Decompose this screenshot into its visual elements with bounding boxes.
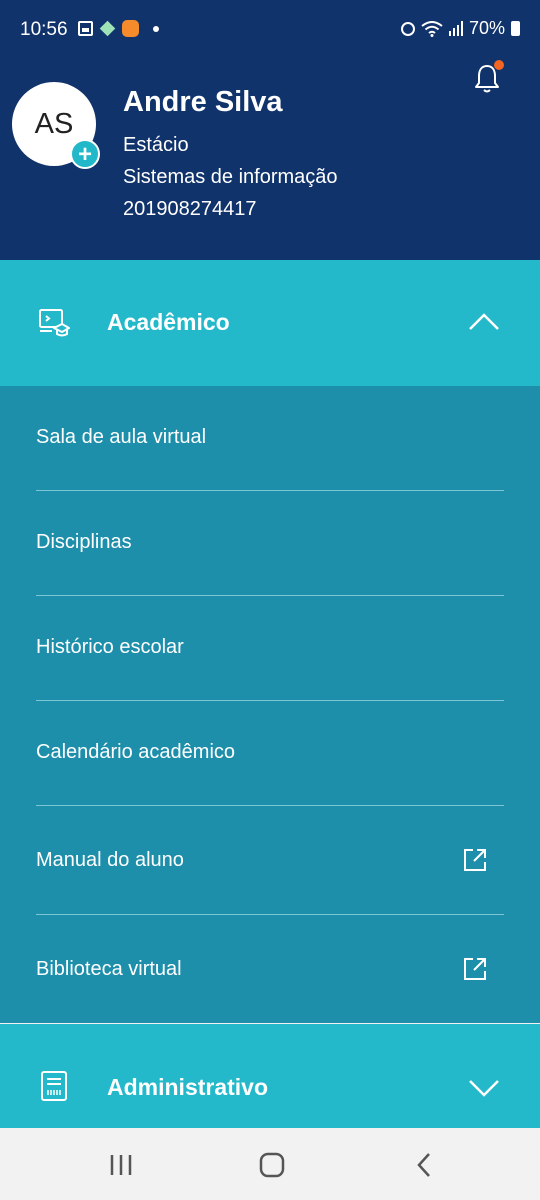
section-administrative[interactable]: Administrativo [0,1024,540,1128]
back-icon[interactable] [410,1152,440,1178]
divider [36,805,504,806]
gallery-icon [78,21,93,36]
menu-item-label: Calendário acadêmico [36,741,236,763]
wifi-icon [421,20,443,37]
add-photo-button[interactable]: + [70,139,100,169]
external-link-icon [464,849,486,871]
menu-item-virtual-library[interactable]: Biblioteca virtual [36,958,504,988]
section-academic-title: Acadêmico [107,309,230,335]
user-name: Andre Silva [123,86,283,118]
divider [36,490,504,491]
app-diamond-icon [99,20,116,37]
more-notifications-dot-icon [153,25,159,32]
menu-item-label: Biblioteca virtual [36,958,182,980]
divider [36,595,504,596]
battery-icon [511,21,520,36]
document-icon [41,1071,67,1101]
status-icons-left [78,20,159,37]
chevron-up-icon[interactable] [468,312,500,332]
section-administrative-title: Administrativo [107,1074,269,1100]
recent-apps-icon[interactable] [106,1152,136,1178]
alarm-icon [400,21,415,36]
user-course: Sistemas de informação [123,166,338,188]
classroom-icon [39,309,70,337]
profile-header: AS + Andre Silva Estácio Sistemas de inf… [0,60,540,260]
user-institution: Estácio [123,134,189,156]
menu-item-label: Histórico escolar [36,636,184,658]
status-bar: 10:56 70% [0,0,540,62]
menu-item-label: Disciplinas [36,531,132,553]
menu-item-student-manual[interactable]: Manual do aluno [36,849,504,879]
divider [36,700,504,701]
app-notification-icon [122,20,139,37]
status-time: 10:56 [20,19,68,40]
user-registration: 201908274417 [123,198,257,220]
notification-dot [494,60,504,70]
section-academic[interactable]: Acadêmico [0,260,540,386]
chevron-down-icon[interactable] [468,1078,500,1098]
status-icons-right: 70% [400,18,520,39]
menu-item-label: Manual do aluno [36,849,184,871]
academic-submenu: Sala de aula virtual Disciplinas Históri… [0,386,540,1023]
avatar-initials: AS [34,107,74,140]
navigation-bar [0,1128,540,1200]
battery-percent: 70% [468,18,505,38]
divider [36,914,504,915]
signal-icon [448,21,463,36]
home-icon[interactable] [257,1152,287,1178]
external-link-icon [464,958,486,980]
menu-item-label: Sala de aula virtual [36,426,207,448]
